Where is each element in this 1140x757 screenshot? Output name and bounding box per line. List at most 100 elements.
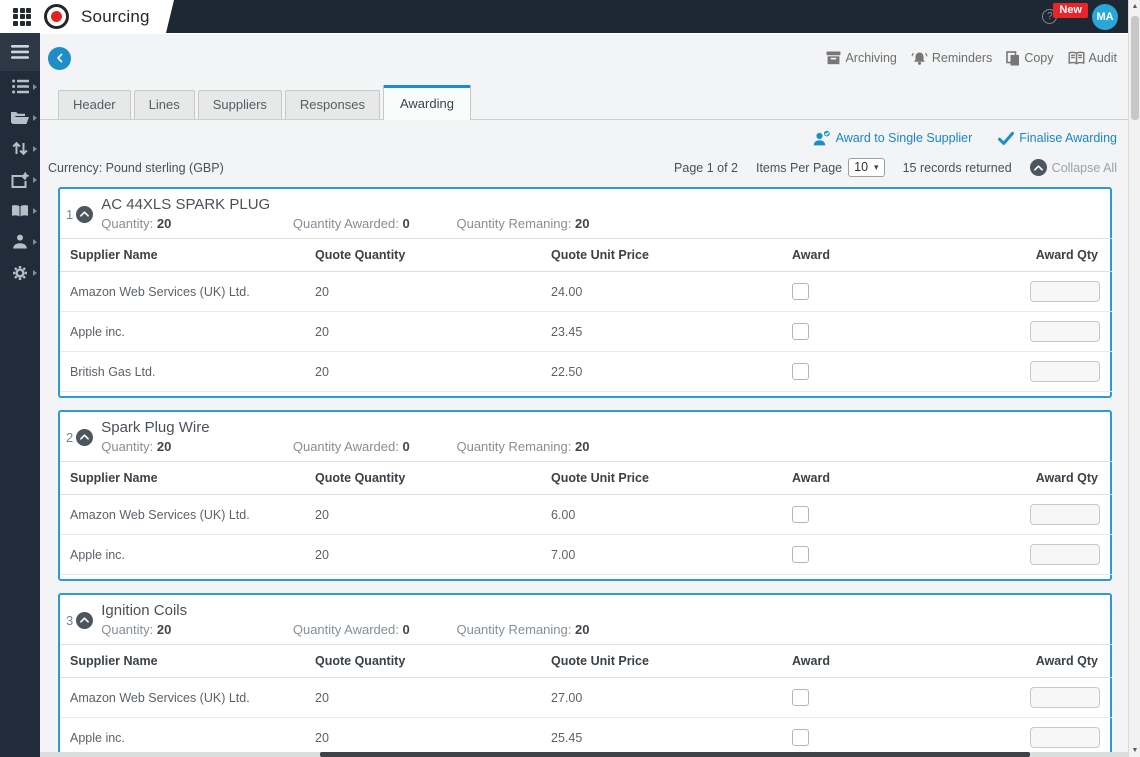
finalise-awarding-label: Finalise Awarding	[1019, 131, 1117, 145]
col-quote-quantity: Quote Quantity	[305, 238, 541, 272]
award-checkbox[interactable]	[792, 506, 809, 523]
supplier-row: Apple inc. 20 23.45	[60, 311, 1112, 352]
new-badge: New	[1053, 3, 1088, 18]
app-grid-icon[interactable]	[13, 7, 31, 26]
supplier-name-cell: Apple inc.	[60, 534, 305, 575]
gear-icon	[13, 265, 27, 280]
col-award-qty: Award Qty	[992, 461, 1112, 495]
tab-lines[interactable]: Lines	[133, 90, 195, 119]
scroll-up-arrow-icon[interactable]: ▲	[1129, 3, 1140, 10]
award-to-single-supplier-button[interactable]: Award to Single Supplier	[813, 130, 973, 146]
quantity-remaining-label: Quantity Remaning:	[456, 216, 572, 231]
audit-button[interactable]: Audit	[1068, 51, 1117, 65]
open-book-icon	[1068, 51, 1084, 65]
col-award: Award	[782, 238, 992, 272]
sidebar-item-library[interactable]	[0, 195, 40, 226]
line-number: 1	[66, 206, 74, 222]
quantity-label: Quantity:	[101, 439, 154, 454]
sidebar-item-folders[interactable]	[0, 102, 40, 133]
sidebar-item-lists[interactable]	[0, 71, 40, 102]
quantity-awarded-value: 0	[402, 622, 410, 637]
quantity-value: 20	[156, 622, 172, 637]
items-per-page-select[interactable]: 10 ▾	[848, 158, 885, 177]
award-checkbox[interactable]	[792, 283, 809, 300]
supplier-quotes-table: Supplier Name Quote Quantity Quote Unit …	[60, 461, 1112, 575]
award-qty-input[interactable]	[1030, 504, 1100, 525]
copy-icon	[1006, 50, 1020, 65]
horizontal-scrollbar[interactable]	[40, 752, 1128, 757]
finalise-awarding-button[interactable]: Finalise Awarding	[998, 131, 1117, 145]
col-quote-quantity: Quote Quantity	[305, 461, 541, 495]
supplier-name-cell: Amazon Web Services (UK) Ltd.	[60, 494, 305, 535]
tab-header[interactable]: Header	[58, 90, 131, 119]
archiving-button[interactable]: Archiving	[826, 51, 897, 65]
collapse-item-button[interactable]	[76, 205, 94, 223]
sidebar-item-settings[interactable]	[0, 257, 40, 288]
hamburger-menu-icon[interactable]	[11, 45, 29, 59]
award-qty-input[interactable]	[1030, 281, 1100, 302]
quantity-label: Quantity:	[101, 216, 154, 231]
line-items-list: 1 AC 44XLS SPARK PLUG Quantity: 20 Quant…	[58, 187, 1112, 757]
folder-icon	[11, 111, 29, 124]
back-button[interactable]	[48, 46, 71, 70]
quantity-remaining-value: 20	[575, 439, 590, 454]
quote-quantity-cell: 20	[305, 311, 541, 352]
vertical-scrollbar[interactable]: ▲ ▼	[1128, 0, 1140, 757]
tab-awarding[interactable]: Awarding	[382, 85, 471, 120]
supplier-name-cell: Amazon Web Services (UK) Ltd.	[60, 271, 305, 312]
copy-label: Copy	[1024, 51, 1054, 65]
award-qty-input[interactable]	[1030, 361, 1100, 382]
col-award: Award	[782, 461, 992, 495]
award-checkbox[interactable]	[792, 729, 809, 746]
item-title: Spark Plug Wire	[101, 419, 210, 436]
horizontal-scrollbar-thumb[interactable]	[320, 752, 1030, 757]
tab-suppliers[interactable]: Suppliers	[197, 90, 282, 119]
sidebar-item-integrations[interactable]	[0, 164, 40, 195]
award-checkbox[interactable]	[792, 546, 809, 563]
items-per-page-value: 10	[854, 160, 869, 174]
col-supplier-name: Supplier Name	[60, 238, 305, 272]
award-qty-input[interactable]	[1030, 687, 1100, 708]
sidebar-item-users[interactable]	[0, 226, 40, 257]
top-app-bar: Sourcing ? New MA	[0, 0, 1128, 33]
award-checkbox[interactable]	[792, 363, 809, 380]
person-icon	[13, 234, 27, 249]
award-qty-input[interactable]	[1030, 544, 1100, 565]
quantity-remaining-value: 20	[575, 622, 590, 637]
award-checkbox[interactable]	[792, 689, 809, 706]
collapse-all-button[interactable]: Collapse All	[1029, 159, 1117, 176]
quote-quantity-cell: 20	[305, 534, 541, 575]
line-item-card: 3 Ignition Coils Quantity: 20 Quantity A…	[58, 593, 1112, 757]
col-award-qty: Award Qty	[992, 238, 1112, 272]
supplier-name-cell: British Gas Ltd.	[60, 351, 305, 392]
box-gear-icon	[11, 171, 29, 188]
award-qty-input[interactable]	[1030, 321, 1100, 342]
chevron-down-icon: ▾	[874, 161, 879, 172]
avatar[interactable]: MA	[1092, 3, 1118, 30]
list-icon	[11, 79, 29, 94]
person-check-icon	[813, 130, 831, 146]
award-checkbox[interactable]	[792, 323, 809, 340]
item-title: AC 44XLS SPARK PLUG	[101, 196, 271, 213]
left-sidebar	[0, 33, 40, 757]
app-logo-icon[interactable]	[44, 4, 69, 29]
quote-unit-price-cell: 7.00	[541, 534, 782, 575]
tab-responses[interactable]: Responses	[284, 90, 380, 119]
award-to-single-supplier-label: Award to Single Supplier	[835, 131, 973, 145]
quote-quantity-cell: 20	[305, 494, 541, 535]
quantity-awarded-label: Quantity Awarded:	[292, 439, 399, 454]
scroll-down-arrow-icon[interactable]: ▼	[1129, 747, 1140, 754]
main-content: Archiving Reminders Copy Audit Header Li…	[40, 33, 1128, 757]
collapse-item-button[interactable]	[76, 428, 94, 446]
copy-button[interactable]: Copy	[1006, 50, 1054, 66]
quote-quantity-cell: 20	[305, 351, 541, 392]
collapse-all-label: Collapse All	[1051, 160, 1117, 175]
reminders-button[interactable]: Reminders	[911, 51, 992, 66]
arrows-up-down-icon	[12, 141, 28, 156]
award-qty-input[interactable]	[1030, 727, 1100, 748]
chevron-up-icon	[80, 211, 90, 217]
collapse-item-button[interactable]	[76, 611, 94, 629]
sidebar-item-transfers[interactable]	[0, 133, 40, 164]
vertical-scrollbar-thumb[interactable]	[1131, 16, 1139, 120]
supplier-row: Amazon Web Services (UK) Ltd. 20 27.00	[60, 677, 1112, 718]
